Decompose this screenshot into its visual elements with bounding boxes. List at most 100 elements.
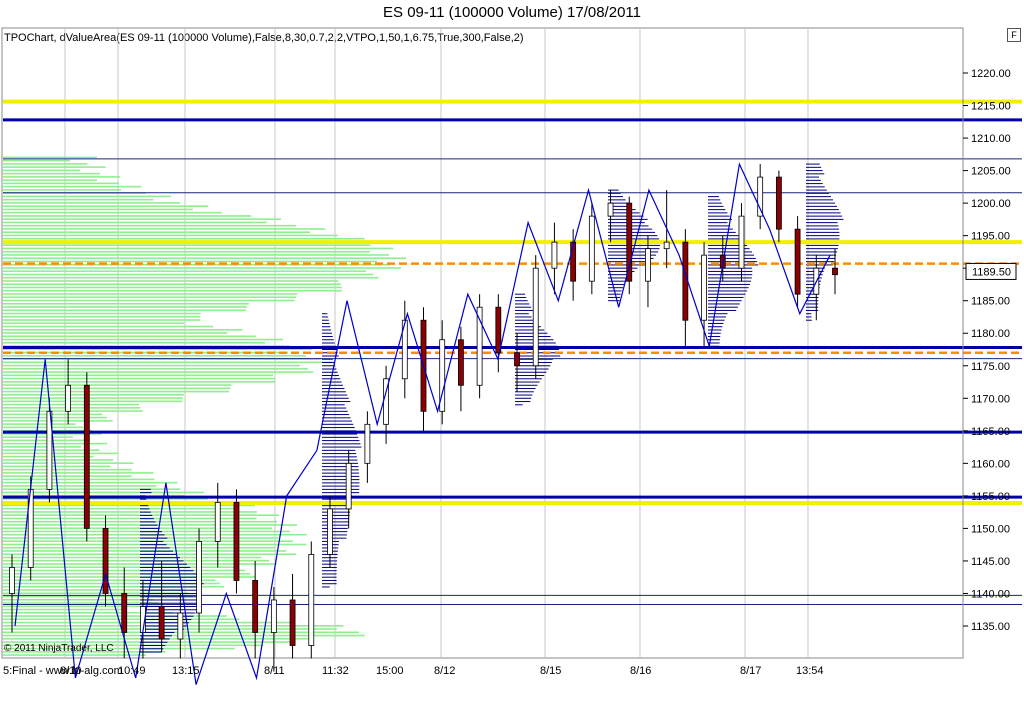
price-tick-label: 1200.00: [971, 198, 1011, 210]
tpo-profile-bar: [708, 225, 731, 227]
volume-profile-bar: [3, 293, 298, 295]
candle-body: [345, 462, 352, 510]
tpo-profile-bar: [322, 586, 330, 588]
volume-profile-bar: [3, 286, 342, 289]
volume-profile-bar: [3, 459, 114, 461]
tpo-profile-bar: [322, 469, 359, 471]
volume-profile-bar: [3, 237, 365, 240]
volume-profile-bar: [3, 335, 256, 338]
tpo-profile-bar: [515, 313, 529, 315]
tpo-profile-bar: [806, 173, 825, 175]
tpo-profile-bar: [322, 570, 337, 572]
volume-profile-bar: [3, 299, 295, 302]
tpo-profile-bar: [322, 579, 337, 581]
volume-profile-bar: [3, 364, 300, 367]
tpo-profile-bar: [708, 329, 722, 331]
volume-profile-bar: [3, 576, 255, 578]
tpo-profile-bar: [806, 196, 831, 198]
volume-profile-bar: [3, 442, 108, 445]
tpo-profile-bar: [140, 537, 168, 539]
tpo-profile-bar: [608, 189, 619, 191]
price-tick-label: 1195.00: [971, 231, 1010, 243]
tpo-profile-bar: [140, 498, 147, 500]
tpo-profile-bar: [322, 583, 337, 585]
tpo-profile-bar: [140, 605, 199, 607]
volume-profile-bar: [3, 189, 122, 191]
volume-profile-bar: [3, 267, 401, 269]
copyright-label: © 2011 NinjaTrader, LLC: [4, 643, 114, 654]
tpo-profile-bar: [140, 524, 158, 526]
volume-profile-bar: [3, 485, 157, 487]
tpo-profile-bar: [806, 179, 821, 181]
bottom-left-label: 5:Final - www.ln-alg.com: [3, 665, 123, 677]
tpo-profile-bar: [140, 511, 151, 513]
tpo-profile-bar: [140, 612, 196, 614]
volume-profile-bar: [3, 254, 389, 256]
candle-body: [252, 580, 259, 633]
tpo-profile-bar: [140, 648, 164, 650]
candle-body: [607, 202, 614, 217]
volume-profile-bar: [3, 182, 119, 185]
candle-body: [158, 606, 165, 640]
tpo-profile-bar: [708, 222, 728, 224]
candle-body: [832, 267, 838, 276]
volume-profile-bar: [3, 270, 366, 273]
volume-profile-bar: [3, 315, 201, 318]
price-tick-label: 1220.00: [971, 68, 1011, 80]
candle-body: [532, 267, 539, 367]
volume-profile-bar: [3, 478, 155, 481]
volume-profile-bar: [3, 332, 228, 334]
price-chart: 1135.00 1140.00 1145.00 1150.00 1155.00 1160.…: [1, 27, 1022, 685]
tpo-profile-bar: [322, 462, 358, 464]
volume-profiles: [3, 156, 406, 656]
tpo-profile-bar: [140, 527, 160, 529]
volume-profile-bar: [3, 472, 154, 474]
tpo-profile-bar: [806, 205, 838, 207]
tpo-profile-bar: [806, 244, 839, 246]
tpo-profile-bar: [708, 293, 746, 295]
tpo-profile-bar: [322, 459, 358, 461]
price-tick-label: 1140.00: [971, 588, 1010, 600]
tpo-profile-bar: [322, 456, 357, 458]
tpo-profile-bar: [140, 508, 150, 510]
tpo-profile-bar: [140, 602, 200, 604]
tpo-profile-bar: [608, 293, 621, 295]
tpo-profile-bar: [140, 599, 201, 601]
volume-profile-bar: [3, 260, 377, 263]
tpo-profile-bar: [515, 303, 530, 305]
volume-profile-bar: [3, 439, 90, 442]
tpo-profile-bar: [806, 166, 822, 168]
tpo-profile-bar: [608, 283, 625, 285]
tpo-profile-bar: [322, 482, 360, 484]
tpo-profile-bar: [322, 449, 356, 451]
tpo-profile-bar: [806, 209, 839, 211]
tpo-profile-bar: [806, 212, 841, 214]
tpo-profile-bar: [322, 384, 344, 386]
candle-body: [588, 215, 595, 282]
tpo-profile-bar: [708, 235, 739, 237]
candle-body: [757, 176, 764, 217]
volume-profile-bar: [3, 159, 70, 162]
price-tick-label: 1150.00: [971, 523, 1010, 535]
tpo-profile-bar: [140, 609, 198, 611]
tpo-profile-bar: [322, 381, 342, 383]
tpo-profile-bar: [806, 316, 812, 318]
price-tick-label: 1215.00: [971, 101, 1011, 113]
tpo-profile-bar: [322, 466, 359, 468]
volume-profile-bar: [3, 423, 76, 425]
volume-profile-bar: [3, 244, 371, 247]
tpo-profile-bar: [806, 238, 840, 240]
tpo-profile-bar: [515, 375, 545, 377]
tpo-profile-bar: [322, 566, 337, 568]
tpo-profile-bar: [322, 576, 337, 578]
tpo-profile-bar: [806, 313, 812, 315]
candle-body: [83, 384, 90, 529]
tpo-profile-bar: [140, 618, 192, 620]
tpo-profile-bar: [140, 553, 177, 555]
volume-profile-bar: [3, 176, 120, 178]
volume-profile-bar: [3, 208, 193, 211]
tpo-profile-bar: [140, 583, 204, 585]
tpo-profile-bar: [708, 283, 750, 285]
tpo-profile-bar: [140, 638, 170, 640]
volume-profile-bar: [3, 306, 248, 308]
